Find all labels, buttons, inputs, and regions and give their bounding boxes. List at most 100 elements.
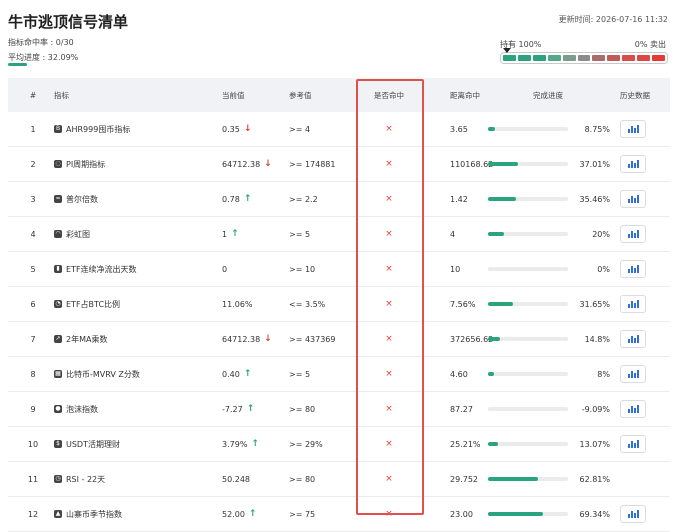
hit-status: × xyxy=(356,322,422,356)
progress-bar xyxy=(488,512,568,516)
distance-to-hit: 3.65 xyxy=(450,124,468,134)
current-value-text: 3.79% xyxy=(222,439,248,449)
progress-fill xyxy=(488,477,539,481)
progress-bar xyxy=(488,442,568,446)
indicator-label: 彩虹图 xyxy=(66,229,90,239)
row-number: 2 xyxy=(30,159,36,169)
reference-value: >= 5 xyxy=(289,229,311,239)
bar-chart-icon xyxy=(627,160,639,168)
fire-icon: ▲ xyxy=(54,510,62,518)
distance-to-hit: 87.27 xyxy=(450,404,473,414)
history-cell xyxy=(620,182,646,216)
history-chart-button[interactable] xyxy=(620,435,646,453)
average-progress: 平均进度 : 32.09% xyxy=(8,53,79,62)
page-title: 牛市逃顶信号清单 xyxy=(8,13,129,31)
progress-cell: 20% xyxy=(488,217,610,251)
progress-bar xyxy=(488,267,568,271)
history-chart-button[interactable] xyxy=(620,190,646,208)
indicator-label: PI周期指标 xyxy=(66,159,106,169)
table-row: 8 ▦ 比特币-MVRV Z分数 0.40 ↑ >= 5 × 4.60 8% xyxy=(8,357,670,392)
indicator-name: $ USDT活期理财 xyxy=(54,427,120,461)
col-current: 当前值 xyxy=(222,90,245,100)
hit-rate: 指标命中率 : 0/30 xyxy=(8,38,74,47)
reference-value: >= 4 xyxy=(289,124,311,134)
progress-percent: 35.46% xyxy=(579,194,610,204)
table-row: 6 ◔ ETF占BTC比例 11.06% <= 3.5% × 7.56% 31.… xyxy=(8,287,670,322)
puell-icon: ≈ xyxy=(54,195,62,203)
progress-bar xyxy=(488,162,568,166)
current-value: 52.00 ↑ xyxy=(222,497,256,531)
history-chart-button[interactable] xyxy=(620,260,646,278)
col-num: # xyxy=(29,90,37,100)
distance-to-hit: 29.752 xyxy=(450,474,478,484)
bubble-icon: ● xyxy=(54,405,62,413)
reference-value: >= 5 xyxy=(289,369,311,379)
cross-icon: × xyxy=(385,159,393,169)
table-row: 2 ◌ PI周期指标 64712.38 ↓ >= 174881 × 110168… xyxy=(8,147,670,182)
reference-value: >= 174881 xyxy=(289,159,336,169)
reference-value: >= 437369 xyxy=(289,334,336,344)
line-chart-icon: ↗ xyxy=(54,335,62,343)
current-value-text: 52.00 xyxy=(222,509,245,519)
history-chart-button[interactable] xyxy=(620,295,646,313)
history-cell xyxy=(620,147,646,181)
history-chart-button[interactable] xyxy=(620,400,646,418)
hit-status: × xyxy=(356,252,422,286)
pi-cycle-icon: ◌ xyxy=(54,160,62,168)
hit-status: × xyxy=(356,112,422,146)
arrow-up-icon: ↑ xyxy=(243,194,252,204)
cross-icon: × xyxy=(385,334,393,344)
progress-bar xyxy=(488,302,568,306)
history-cell xyxy=(620,497,646,531)
current-value-text: 64712.38 xyxy=(222,159,261,169)
current-value-text: 0.40 xyxy=(222,369,240,379)
bar-chart-icon xyxy=(627,195,639,203)
progress-cell: 8% xyxy=(488,357,610,391)
meter-segment xyxy=(532,55,546,61)
history-chart-button[interactable] xyxy=(620,120,646,138)
history-chart-button[interactable] xyxy=(620,365,646,383)
calendar-icon: ▦ xyxy=(54,370,62,378)
current-value: -7.27 ↑ xyxy=(222,392,254,426)
arrow-down-icon: ↓ xyxy=(243,124,252,134)
history-cell xyxy=(620,357,646,391)
current-value-text: 64712.38 xyxy=(222,334,261,344)
current-value: 3.79% ↑ xyxy=(222,427,259,461)
distance-to-hit: 4 xyxy=(450,229,456,239)
hit-status: × xyxy=(356,462,422,496)
arrow-up-icon: ↑ xyxy=(243,369,252,379)
dollar-icon: $ xyxy=(54,440,62,448)
current-value: 1 ↑ xyxy=(222,217,239,251)
current-value: 11.06% xyxy=(222,287,253,321)
progress-percent: 13.07% xyxy=(579,439,610,449)
col-history: 历史数据 xyxy=(620,90,650,100)
meter-segment xyxy=(607,55,621,61)
cross-icon: × xyxy=(385,509,393,519)
reference-value: >= 80 xyxy=(289,474,316,484)
rainbow-icon: ◠ xyxy=(54,230,62,238)
history-chart-button[interactable] xyxy=(620,225,646,243)
arrow-up-icon: ↑ xyxy=(246,404,255,414)
indicator-label: USDT活期理财 xyxy=(66,439,120,449)
reference-value: >= 80 xyxy=(289,404,316,414)
current-value-text: -7.27 xyxy=(222,404,243,414)
progress-fill xyxy=(488,197,517,201)
progress-cell: 8.75% xyxy=(488,112,610,146)
progress-percent: 0% xyxy=(597,264,610,274)
progress-percent: 69.34% xyxy=(579,509,610,519)
cross-icon: × xyxy=(385,229,393,239)
progress-percent: 62.81% xyxy=(579,474,610,484)
history-chart-button[interactable] xyxy=(620,505,646,523)
progress-fill xyxy=(488,372,495,376)
current-value-text: 0.78 xyxy=(222,194,240,204)
current-value-text: 0 xyxy=(222,264,228,274)
arrow-down-icon: ↓ xyxy=(264,334,272,344)
indicator-name: B AHR999囤币指标 xyxy=(54,112,130,146)
progress-fill xyxy=(488,127,495,131)
table-row: 3 ≈ 普尔倍数 0.78 ↑ >= 2.2 × 1.42 35.46% xyxy=(8,182,670,217)
history-chart-button[interactable] xyxy=(620,155,646,173)
indicator-label: ETF占BTC比例 xyxy=(66,299,121,309)
history-chart-button[interactable] xyxy=(620,330,646,348)
indicator-name: ↗ 2年MA乘数 xyxy=(54,322,107,356)
current-value-text: 11.06% xyxy=(222,299,253,309)
